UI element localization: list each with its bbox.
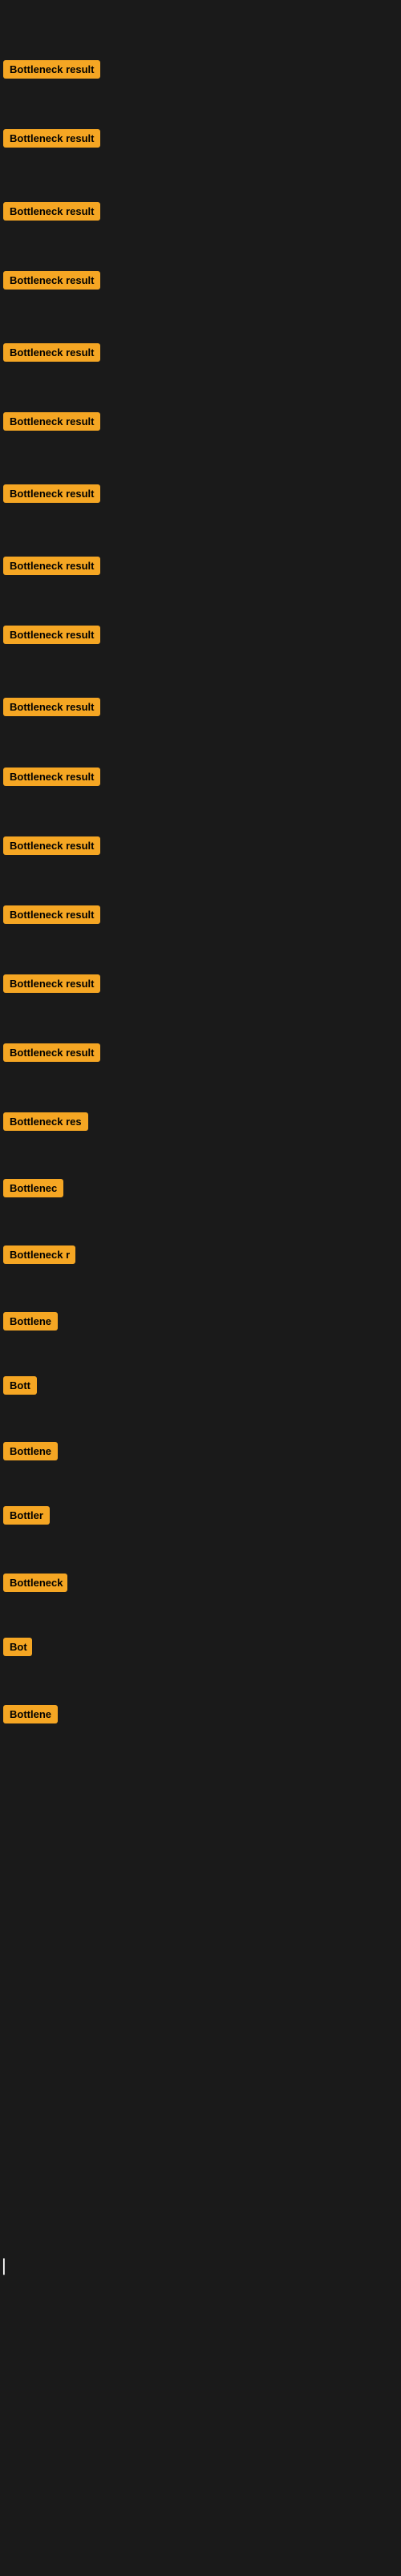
bottleneck-badge[interactable]: Bottleneck result <box>3 905 100 924</box>
cursor-indicator: | <box>2 2255 6 2276</box>
bottleneck-badge[interactable]: Bottleneck result <box>3 60 100 79</box>
result-row: Bottleneck result <box>0 832 103 864</box>
bottleneck-badge[interactable]: Bottleneck result <box>3 557 100 575</box>
result-row: Bottlene <box>0 1437 61 1469</box>
result-row: Bottleneck result <box>0 1039 103 1071</box>
result-row: Bottleneck result <box>0 480 103 512</box>
result-row: Bottleneck result <box>0 552 103 584</box>
bottleneck-badge[interactable]: Bottlene <box>3 1442 58 1460</box>
bottleneck-badge[interactable]: Bottleneck result <box>3 768 100 786</box>
bottleneck-badge[interactable]: Bottlene <box>3 1705 58 1723</box>
result-row: Bottleneck r <box>0 1241 79 1273</box>
bottleneck-badge[interactable]: Bottleneck result <box>3 484 100 503</box>
result-row: Bottlenec <box>0 1174 67 1206</box>
bottleneck-badge[interactable]: Bot <box>3 1638 32 1656</box>
result-row: Bottleneck result <box>0 693 103 725</box>
result-row: Bottlene <box>0 1307 61 1339</box>
bottleneck-badge[interactable]: Bottleneck result <box>3 1043 100 1062</box>
bottleneck-badge[interactable]: Bottlenec <box>3 1179 63 1197</box>
result-row: Bottleneck result <box>0 338 103 371</box>
result-row: Bottleneck result <box>0 763 103 795</box>
result-row: Bottleneck result <box>0 901 103 933</box>
bottleneck-badge[interactable]: Bottlene <box>3 1312 58 1331</box>
bottleneck-badge[interactable]: Bottleneck result <box>3 271 100 290</box>
bottleneck-badge[interactable]: Bottleneck result <box>3 974 100 993</box>
result-row: Bott <box>0 1371 40 1403</box>
bottleneck-badge[interactable]: Bottleneck result <box>3 836 100 855</box>
result-row: Bottleneck result <box>0 621 103 653</box>
result-row: Bottleneck <box>0 1569 71 1601</box>
result-row: Bottleneck result <box>0 266 103 298</box>
bottleneck-badge[interactable]: Bottleneck result <box>3 343 100 362</box>
result-row: Bottlene <box>0 1700 61 1732</box>
result-row: Bottleneck result <box>0 124 103 156</box>
bottleneck-badge[interactable]: Bottleneck <box>3 1574 67 1592</box>
result-row: Bottleneck result <box>0 55 103 87</box>
result-row: Bottleneck res <box>0 1108 91 1140</box>
bottleneck-badge[interactable]: Bottleneck result <box>3 626 100 644</box>
result-row: Bottleneck result <box>0 970 103 1002</box>
result-row: Bottleneck result <box>0 197 103 229</box>
result-row: Bottler <box>0 1501 53 1533</box>
result-row: Bot <box>0 1633 35 1665</box>
bottleneck-badge[interactable]: Bottleneck result <box>3 698 100 716</box>
bottleneck-badge[interactable]: Bottleneck res <box>3 1112 88 1131</box>
bottleneck-badge[interactable]: Bott <box>3 1376 37 1395</box>
result-row: Bottleneck result <box>0 407 103 439</box>
site-title <box>0 0 401 10</box>
bottleneck-badge[interactable]: Bottleneck result <box>3 412 100 431</box>
bottleneck-badge[interactable]: Bottleneck result <box>3 129 100 148</box>
bottleneck-badge[interactable]: Bottler <box>3 1506 50 1525</box>
bottleneck-badge[interactable]: Bottleneck result <box>3 202 100 221</box>
bottleneck-badge[interactable]: Bottleneck r <box>3 1245 75 1264</box>
